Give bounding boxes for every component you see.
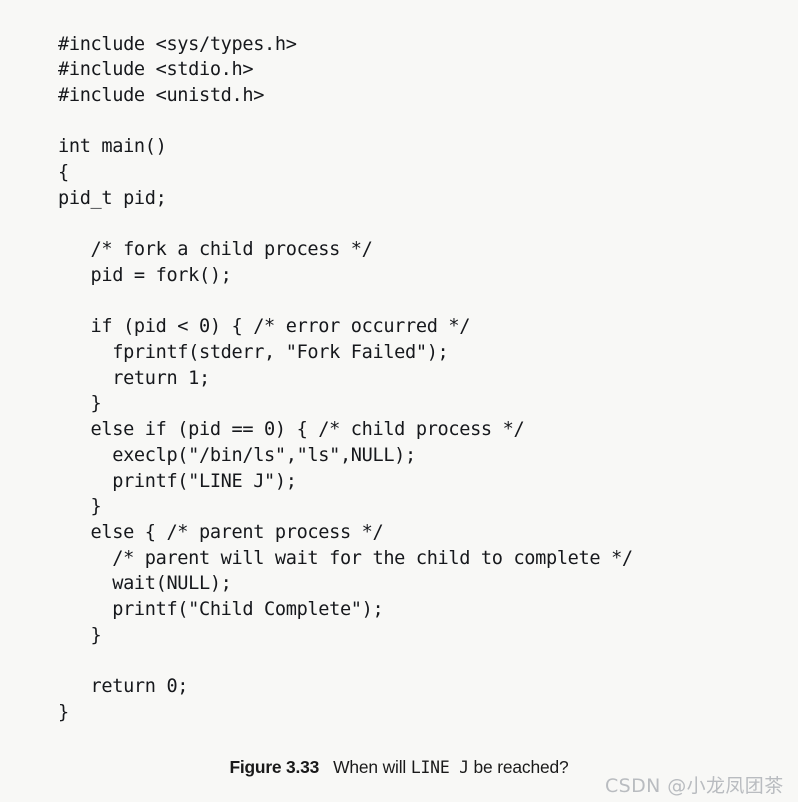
code-line: pid_t pid; [58,187,167,209]
code-line: } [58,393,102,415]
code-line: else if (pid == 0) { /* child process */ [58,419,525,441]
code-line: printf("Child Complete"); [58,599,384,621]
code-line: } [58,496,102,518]
figure-caption-label: Figure 3.33 [229,757,320,777]
code-listing: #include <sys/types.h> #include <stdio.h>… [58,32,633,726]
code-line: fprintf(stderr, "Fork Failed"); [58,341,449,363]
code-line: } [58,701,69,723]
code-line: else { /* parent process */ [58,521,384,543]
code-line: } [58,624,102,646]
code-line: /* fork a child process */ [58,239,373,261]
figure-caption-mono-text: LINE J [410,758,469,777]
code-line: #include <sys/types.h> [58,33,297,55]
code-line: return 1; [58,367,210,389]
code-line: int main() [58,136,167,158]
figure-caption-text-before: When will [333,757,411,777]
code-line: printf("LINE J"); [58,470,297,492]
code-line: if (pid < 0) { /* error occurred */ [58,316,471,338]
csdn-watermark: CSDN @小龙凤团茶 [605,775,784,797]
code-line: wait(NULL); [58,573,232,595]
code-line: { [58,162,69,184]
code-line: /* parent will wait for the child to com… [58,547,633,569]
code-line: return 0; [58,676,189,698]
code-line: #include <stdio.h> [58,59,254,81]
code-line: pid = fork(); [58,264,232,286]
code-line: execlp("/bin/ls","ls",NULL); [58,444,416,466]
figure-page: #include <sys/types.h> #include <stdio.h>… [0,0,798,802]
figure-caption-text-after: be reached? [468,757,569,777]
code-line: #include <unistd.h> [58,85,265,106]
